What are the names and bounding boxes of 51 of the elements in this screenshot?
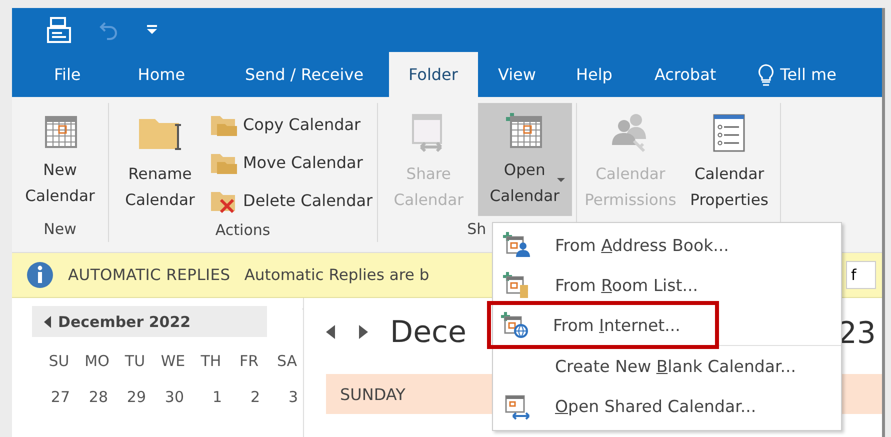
weekday-label: MO (84, 351, 110, 372)
menu-item[interactable]: From Address Book... (493, 225, 841, 265)
dropdown-icon[interactable] (146, 24, 158, 36)
date-title: Dece (390, 314, 467, 350)
calendar-day[interactable]: 28 (78, 379, 116, 415)
ribbon-button[interactable]: Rename Calendar (113, 103, 207, 217)
weekday-label: FR (238, 351, 260, 372)
month-title: December 2022 (58, 312, 191, 330)
previous-icon[interactable] (326, 325, 336, 339)
group-label: Sh (466, 219, 488, 240)
ribbon-tab[interactable]: View (478, 52, 556, 97)
info-icon (26, 261, 54, 289)
ribbon-tab[interactable]: Help (556, 52, 632, 97)
weekday-label: TU (124, 351, 146, 372)
ribbon-tab[interactable]: Acrobat (632, 52, 738, 97)
ribbon-button[interactable]: Open Calendar (478, 103, 572, 216)
calendar-day[interactable]: 27 (40, 379, 78, 415)
weekday-label: SA (276, 351, 298, 372)
group-label: Actions (214, 220, 272, 240)
calendar-day[interactable]: 1 (192, 379, 230, 415)
input-field[interactable]: f (846, 261, 876, 289)
day-label: SUNDAY (340, 384, 406, 404)
lightbulb-icon (758, 64, 774, 86)
ribbon-button[interactable]: Delete Calendar (209, 183, 373, 217)
calendar-day[interactable]: 30 (154, 379, 192, 415)
ribbon-tab[interactable]: Send / Receive (220, 52, 389, 97)
ribbon-button[interactable]: Copy Calendar (209, 107, 373, 141)
previous-icon[interactable] (44, 316, 52, 328)
calendar-day[interactable]: 29 (116, 379, 154, 415)
address-book-icon (503, 231, 531, 259)
ribbon-tab[interactable]: Tell me (738, 52, 856, 97)
info-title: AUTOMATIC REPLIES (68, 266, 230, 284)
ribbon-button[interactable]: New Calendar (16, 103, 104, 216)
ribbon-tab[interactable]: Folder (388, 52, 478, 97)
ribbon-button[interactable]: Calendar Properties (682, 103, 776, 216)
info-message: Automatic Replies are b (244, 266, 430, 284)
calendar-day[interactable]: 3 (268, 379, 303, 415)
weekday-label: WE (160, 351, 186, 372)
ribbon-button[interactable]: Move Calendar (209, 145, 373, 179)
room-icon (503, 271, 531, 299)
add-calendar-icon (504, 111, 545, 151)
weekday-label: TH (200, 351, 222, 372)
ribbon-tab[interactable]: Home (102, 52, 220, 97)
ribbon-tab[interactable]: File (32, 52, 103, 97)
globe-icon (501, 311, 529, 339)
menu-item[interactable]: From Internet... (487, 301, 719, 349)
menu-item[interactable]: Open Shared Calendar... (493, 386, 841, 426)
weekday-label: SU (48, 351, 70, 372)
group-label: New (42, 219, 78, 240)
calendar-day[interactable]: 2 (230, 379, 268, 415)
next-icon[interactable] (358, 325, 368, 339)
